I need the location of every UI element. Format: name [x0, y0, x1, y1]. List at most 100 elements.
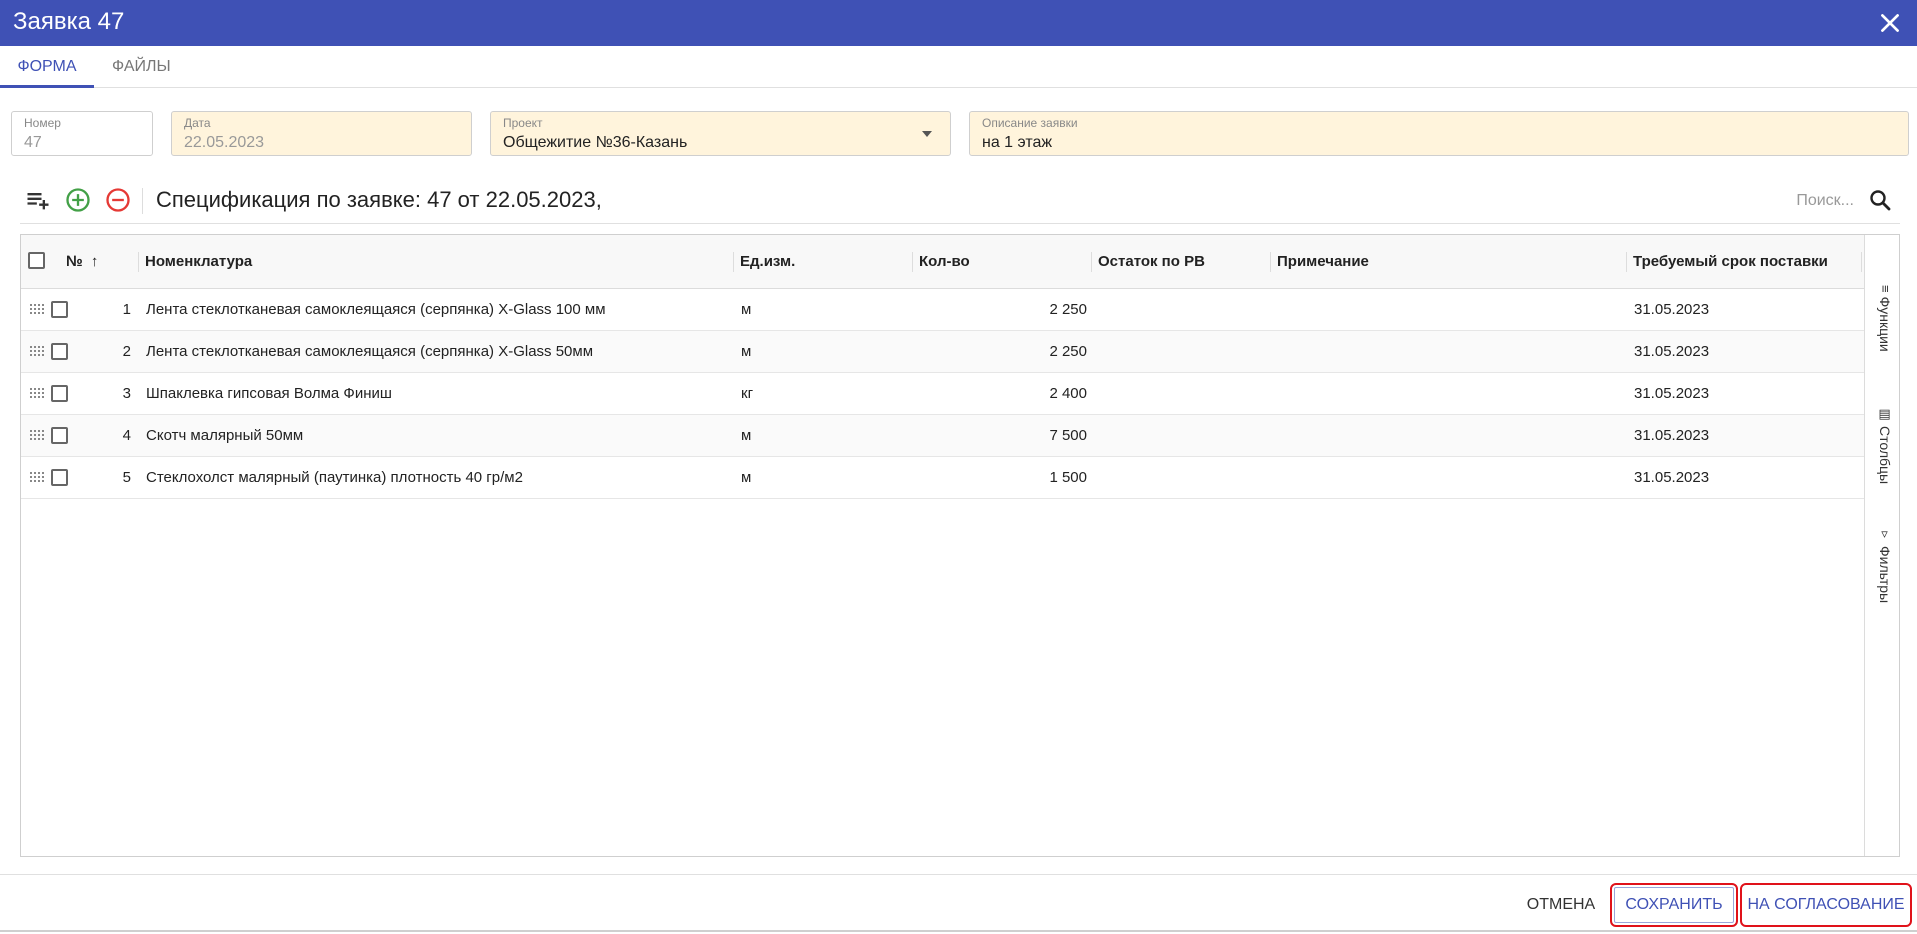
row-number: 5	[122, 469, 131, 486]
row-unit: м	[741, 427, 752, 444]
column-divider[interactable]	[1861, 252, 1862, 272]
column-divider[interactable]	[1270, 252, 1271, 272]
row-checkbox[interactable]	[51, 427, 68, 444]
number-label: Номер	[24, 116, 61, 130]
row-checkbox[interactable]	[51, 301, 68, 318]
number-field[interactable]: Номер 47	[11, 111, 153, 156]
description-field[interactable]: Описание заявки на 1 этаж	[969, 111, 1909, 156]
row-number: 3	[122, 385, 131, 402]
row-qty: 2 250	[1049, 343, 1087, 360]
row-qty: 2 400	[1049, 385, 1087, 402]
toolbar-divider	[142, 188, 143, 214]
select-all-checkbox[interactable]	[28, 252, 45, 269]
col-name-header[interactable]: Номенклатура	[145, 253, 252, 270]
drag-handle-icon[interactable]	[30, 304, 44, 314]
side-tab-filters[interactable]: ▿ Фильтры	[1873, 527, 1893, 603]
add-row-icon[interactable]	[64, 186, 92, 214]
send-for-approval-button[interactable]: НА СОГЛАСОВАНИЕ	[1740, 883, 1912, 927]
row-name: Лента стеклотканевая самоклеящаяся (серп…	[146, 343, 594, 360]
grid-side-panel: ≡ Функции ▤ Столбцы ▿ Фильтры	[1864, 235, 1899, 856]
row-qty: 7 500	[1049, 427, 1087, 444]
side-tab-functions-label: Функции	[1877, 296, 1893, 352]
row-checkbox[interactable]	[51, 469, 68, 486]
date-field[interactable]: Дата 22.05.2023	[171, 111, 472, 156]
project-value: Общежитие №36-Казань	[503, 134, 688, 151]
search-input[interactable]: Поиск...	[1796, 192, 1854, 210]
playlist-add-icon[interactable]	[24, 186, 52, 214]
date-label: Дата	[184, 116, 211, 130]
column-divider[interactable]	[733, 252, 734, 272]
side-tab-functions[interactable]: ≡ Функции	[1873, 285, 1893, 352]
row-unit: м	[741, 469, 752, 486]
spec-grid: № ↑ Номенклатура Ед.изм. Кол-во Остаток …	[20, 234, 1900, 857]
col-number-label: №	[66, 253, 83, 270]
dialog-footer: ОТМЕНА СОХРАНИТЬ НА СОГЛАСОВАНИЕ	[0, 874, 1917, 934]
row-due: 31.05.2023	[1634, 301, 1710, 318]
col-number-header[interactable]: № ↑	[66, 253, 98, 270]
title-bar: Заявка 47	[0, 0, 1917, 46]
row-qty: 1 500	[1049, 469, 1087, 486]
dropdown-arrow-icon[interactable]	[922, 131, 932, 137]
grid-header: № ↑ Номенклатура Ед.изм. Кол-во Остаток …	[21, 235, 1864, 289]
date-value: 22.05.2023	[184, 134, 265, 151]
cancel-button[interactable]: ОТМЕНА	[1521, 883, 1601, 927]
col-due-header[interactable]: Требуемый срок поставки	[1633, 253, 1828, 270]
row-checkbox[interactable]	[51, 343, 68, 360]
row-due: 31.05.2023	[1634, 385, 1710, 402]
row-name: Шпаклевка гипсовая Волма Финиш	[146, 385, 392, 402]
menu-icon: ≡	[1878, 285, 1893, 293]
number-value: 47	[24, 134, 42, 151]
row-unit: м	[741, 301, 752, 318]
columns-icon: ▤	[1878, 407, 1893, 422]
col-note-header[interactable]: Примечание	[1277, 253, 1369, 270]
row-number: 2	[122, 343, 131, 360]
row-checkbox[interactable]	[51, 385, 68, 402]
row-number: 1	[122, 301, 131, 318]
row-due: 31.05.2023	[1634, 469, 1710, 486]
row-name: Лента стеклотканевая самоклеящаяся (серп…	[146, 301, 606, 318]
tab-files[interactable]: ФАЙЛЫ	[112, 58, 172, 88]
table-row[interactable]: 2 Лента стеклотканевая самоклеящаяся (се…	[21, 331, 1864, 373]
spec-toolbar: Спецификация по заявке: 47 от 22.05.2023…	[20, 180, 1900, 224]
row-name: Стеклохолст малярный (паутинка) плотност…	[146, 469, 523, 486]
project-label: Проект	[503, 116, 543, 130]
tab-form[interactable]: ФОРМА	[0, 58, 94, 88]
col-rest-header[interactable]: Остаток по РВ	[1098, 253, 1205, 270]
spec-title: Спецификация по заявке: 47 от 22.05.2023…	[156, 187, 602, 212]
row-due: 31.05.2023	[1634, 343, 1710, 360]
column-divider[interactable]	[912, 252, 913, 272]
drag-handle-icon[interactable]	[30, 346, 44, 356]
column-divider[interactable]	[1091, 252, 1092, 272]
row-unit: кг	[741, 385, 754, 402]
col-unit-header[interactable]: Ед.изм.	[740, 253, 795, 270]
table-row[interactable]: 5 Стеклохолст малярный (паутинка) плотно…	[21, 457, 1864, 499]
sort-asc-icon: ↑	[90, 253, 99, 270]
table-row[interactable]: 1 Лента стеклотканевая самоклеящаяся (се…	[21, 289, 1864, 331]
side-tab-columns-label: Столбцы	[1877, 426, 1893, 485]
remove-row-icon[interactable]	[104, 186, 132, 214]
bottom-divider	[0, 930, 1917, 932]
column-divider[interactable]	[138, 252, 139, 272]
row-due: 31.05.2023	[1634, 427, 1710, 444]
search-icon[interactable]	[1868, 188, 1892, 212]
close-icon[interactable]	[1877, 10, 1903, 36]
col-qty-header[interactable]: Кол-во	[919, 253, 970, 270]
column-divider[interactable]	[1626, 252, 1627, 272]
drag-handle-icon[interactable]	[30, 388, 44, 398]
drag-handle-icon[interactable]	[30, 472, 44, 482]
project-select[interactable]: Проект Общежитие №36-Казань	[490, 111, 951, 156]
drag-handle-icon[interactable]	[30, 430, 44, 440]
tab-bar: ФОРМА ФАЙЛЫ	[0, 46, 1917, 88]
row-qty: 2 250	[1049, 301, 1087, 318]
side-tab-filters-label: Фильтры	[1877, 546, 1893, 604]
description-label: Описание заявки	[982, 116, 1078, 130]
side-tab-columns[interactable]: ▤ Столбцы	[1873, 407, 1893, 484]
table-row[interactable]: 4 Скотч малярный 50мм м 7 500 31.05.2023	[21, 415, 1864, 457]
table-row[interactable]: 3 Шпаклевка гипсовая Волма Финиш кг 2 40…	[21, 373, 1864, 415]
row-unit: м	[741, 343, 752, 360]
description-value: на 1 этаж	[982, 134, 1053, 151]
row-name: Скотч малярный 50мм	[146, 427, 304, 444]
row-number: 4	[122, 427, 131, 444]
window-title: Заявка 47	[13, 8, 125, 35]
save-button[interactable]: СОХРАНИТЬ	[1610, 883, 1738, 927]
